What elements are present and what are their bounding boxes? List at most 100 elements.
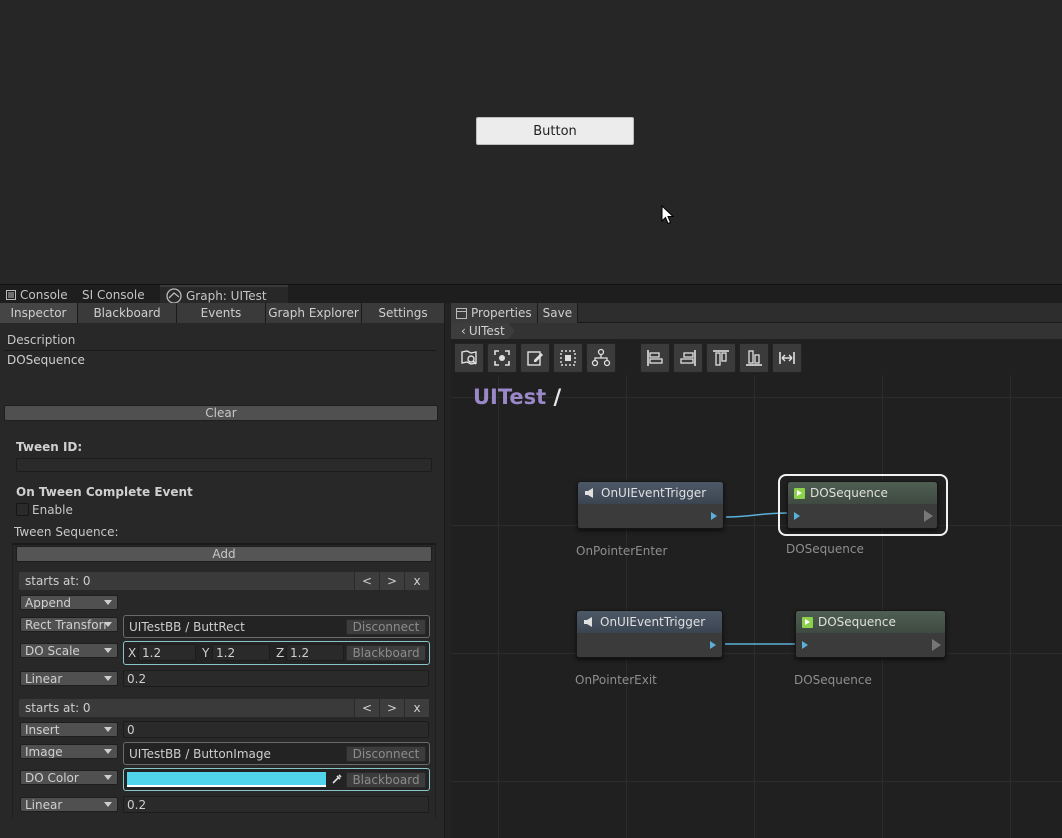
- distribute-button[interactable]: [772, 343, 802, 373]
- target-value: UITestBB / ButtRect: [129, 620, 245, 634]
- tab-graph-label: Graph: UITest: [186, 288, 267, 303]
- align-left-button[interactable]: [640, 343, 670, 373]
- breadcrumb-label: UITest: [468, 324, 505, 338]
- save-button[interactable]: Save: [537, 303, 579, 323]
- tab-settings[interactable]: Settings: [362, 303, 445, 323]
- duration-field[interactable]: 0.2: [123, 670, 429, 687]
- x-input[interactable]: 1.2: [138, 644, 196, 661]
- target-field[interactable]: UITestBB / ButtRect Disconnect: [123, 615, 430, 638]
- blackboard-button[interactable]: Blackboard: [346, 645, 426, 661]
- tab-graph[interactable]: Graph: UITest: [160, 285, 288, 304]
- edit-icon: [527, 351, 543, 366]
- tab-events[interactable]: Events: [177, 303, 266, 323]
- node-subtitle: DOSequence: [794, 673, 872, 687]
- action-value: DO Color: [25, 770, 79, 785]
- tab-graph-explorer[interactable]: Graph Explorer: [266, 303, 362, 323]
- input-port[interactable]: [802, 641, 808, 649]
- node-title: DOSequence: [810, 486, 888, 500]
- target-type-dropdown[interactable]: Image: [20, 744, 118, 759]
- breadcrumb-item[interactable]: ‹ UITest: [451, 323, 515, 339]
- disconnect-button[interactable]: Disconnect: [346, 746, 426, 762]
- step-mode-dropdown[interactable]: Insert: [20, 722, 118, 737]
- y-label: Y: [202, 646, 210, 660]
- clear-button[interactable]: Clear: [4, 405, 438, 421]
- frame-search-button[interactable]: [454, 343, 484, 373]
- move-down-button[interactable]: >: [379, 572, 404, 590]
- step-header: starts at: 0 < > x: [19, 699, 429, 717]
- z-input[interactable]: 1.2: [286, 644, 344, 661]
- add-step-button[interactable]: Add: [16, 546, 432, 562]
- node-header: DOSequence: [796, 611, 945, 633]
- tab-console[interactable]: Console: [0, 285, 74, 304]
- input-port[interactable]: [794, 512, 800, 520]
- node-subtitle: OnPointerExit: [575, 673, 657, 687]
- align-bottom-button[interactable]: [739, 343, 769, 373]
- tween-id-field[interactable]: [16, 458, 432, 472]
- align-right-button[interactable]: [673, 343, 703, 373]
- play-icon: [802, 616, 813, 628]
- enable-label: Enable: [32, 503, 73, 517]
- step-mode-value: Insert: [25, 722, 60, 737]
- description-field[interactable]: DOSequence: [4, 350, 436, 403]
- graph-node[interactable]: OnUIEventTrigger: [576, 610, 723, 658]
- align-right-icon: [680, 350, 696, 366]
- color-field: Blackboard: [123, 768, 430, 791]
- step-mode-value: Append: [25, 595, 72, 610]
- align-top-icon: [713, 350, 729, 366]
- graph-node[interactable]: OnUIEventTrigger: [577, 481, 724, 529]
- action-dropdown[interactable]: DO Color: [20, 770, 118, 785]
- duration-field[interactable]: 0.2: [123, 796, 429, 813]
- chevron-down-icon: [104, 802, 112, 807]
- edit-button[interactable]: [520, 343, 550, 373]
- align-top-button[interactable]: [706, 343, 736, 373]
- tab-blackboard[interactable]: Blackboard: [78, 303, 177, 323]
- step-mode-dropdown[interactable]: Append: [20, 595, 118, 610]
- inspector-panel: Inspector Blackboard Events Graph Explor…: [0, 303, 445, 838]
- tab-inspector[interactable]: Inspector: [0, 303, 78, 323]
- window-tab-bar: Console SI Console Graph: UITest: [0, 284, 1062, 304]
- graph-node[interactable]: DOSequence: [795, 610, 946, 658]
- tab-si-console[interactable]: SI Console: [76, 285, 151, 304]
- enable-checkbox[interactable]: [16, 503, 29, 516]
- remove-step-button[interactable]: x: [404, 699, 429, 717]
- select-all-button[interactable]: [553, 343, 583, 373]
- ease-dropdown[interactable]: Linear: [20, 797, 118, 812]
- tween-sequence-label: Tween Sequence:: [14, 525, 119, 539]
- insert-time-field[interactable]: 0: [123, 721, 429, 738]
- game-ui-button[interactable]: Button: [476, 117, 634, 145]
- graph-canvas[interactable]: UITest / OnUIEventTrigger OnPointerEnter…: [451, 375, 1062, 838]
- chevron-down-icon: [104, 775, 112, 780]
- output-port[interactable]: [710, 641, 716, 649]
- target-type-dropdown[interactable]: Rect Transforr: [20, 617, 118, 632]
- graph-icon: [166, 287, 182, 304]
- node-subtitle: OnPointerEnter: [576, 544, 668, 558]
- z-label: Z: [276, 646, 285, 660]
- blackboard-button[interactable]: Blackboard: [346, 772, 426, 788]
- move-up-button[interactable]: <: [354, 572, 379, 590]
- y-input[interactable]: 1.2: [212, 644, 270, 661]
- graph-node[interactable]: DOSequence: [787, 481, 938, 529]
- move-down-button[interactable]: >: [379, 699, 404, 717]
- remove-step-button[interactable]: x: [404, 572, 429, 590]
- node-title: OnUIEventTrigger: [601, 486, 707, 500]
- chevron-down-icon: [104, 727, 112, 732]
- ease-dropdown[interactable]: Linear: [20, 671, 118, 686]
- output-port[interactable]: [924, 510, 933, 522]
- frame-search-icon: [461, 350, 477, 365]
- node-header: OnUIEventTrigger: [577, 611, 722, 633]
- output-port[interactable]: [711, 512, 717, 520]
- distribute-icon: [779, 352, 795, 364]
- hierarchy-button[interactable]: [586, 343, 616, 373]
- node-body: [578, 504, 723, 528]
- properties-button[interactable]: Properties: [451, 303, 538, 323]
- focus-button[interactable]: [487, 343, 517, 373]
- target-field[interactable]: UITestBB / ButtonImage Disconnect: [123, 742, 430, 765]
- disconnect-button[interactable]: Disconnect: [346, 619, 426, 635]
- move-up-button[interactable]: <: [354, 699, 379, 717]
- node-title: DOSequence: [818, 615, 896, 629]
- eyedropper-icon[interactable]: [331, 773, 343, 785]
- color-swatch[interactable]: [127, 772, 326, 787]
- output-port[interactable]: [932, 639, 941, 651]
- action-dropdown[interactable]: DO Scale: [20, 643, 118, 658]
- breadcrumb: ‹ UITest: [451, 323, 1062, 339]
